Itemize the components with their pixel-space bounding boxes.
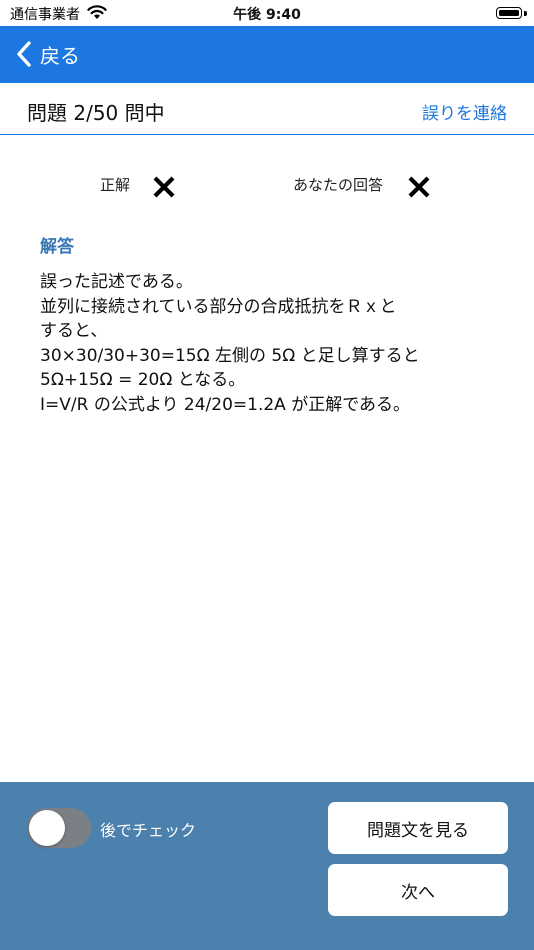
back-label: 戻る: [40, 43, 80, 68]
back-button[interactable]: 戻る: [14, 36, 80, 72]
explanation-line: 30×30/30+30=15Ω 左側の 5Ω と足し算すると: [40, 345, 420, 366]
explanation-line: 5Ω+15Ω = 20Ω となる。: [40, 370, 246, 390]
answer-explanation: 誤った記述である。 並列に接続されている部分の合成抵抗をＲｘと すると、 30×…: [40, 270, 510, 417]
check-later-label: 後でチェック: [100, 821, 197, 840]
question-header: 問題 2/50 問中 誤りを連絡: [0, 83, 534, 135]
correct-answer-label: 正解: [100, 176, 131, 194]
status-bar: 通信事業者 午後 9:40: [0, 0, 534, 26]
clock: 午後 9:40: [233, 7, 301, 23]
explanation-line: 並列に接続されている部分の合成抵抗をＲｘと: [40, 296, 397, 317]
navigation-bar: 戻る: [0, 26, 534, 83]
your-answer-x-mark-icon: [408, 176, 430, 198]
next-button[interactable]: 次へ: [328, 864, 508, 916]
view-question-button[interactable]: 問題文を見る: [328, 802, 508, 854]
battery-cap: [524, 11, 527, 16]
explanation-line: すると、: [40, 321, 108, 341]
question-progress: 問題 2/50 問中: [27, 101, 165, 125]
correct-answer-x-mark-icon: [153, 176, 175, 198]
your-answer-label: あなたの回答: [293, 176, 384, 194]
result-row: 正解 あなたの回答: [0, 170, 534, 206]
toggle-knob: [29, 810, 65, 846]
bottom-panel: 後でチェック 問題文を見る 次へ: [0, 782, 534, 950]
report-error-link[interactable]: 誤りを連絡: [422, 99, 507, 124]
battery-icon: [496, 7, 522, 19]
chevron-left-icon: [17, 41, 31, 67]
explanation-line: 誤った記述である。: [40, 272, 193, 292]
explanation-line: I=V/R の公式より 24/20=1.2A が正解である。: [40, 394, 411, 415]
answer-title: 解答: [40, 237, 74, 257]
check-later-toggle[interactable]: [27, 808, 91, 848]
